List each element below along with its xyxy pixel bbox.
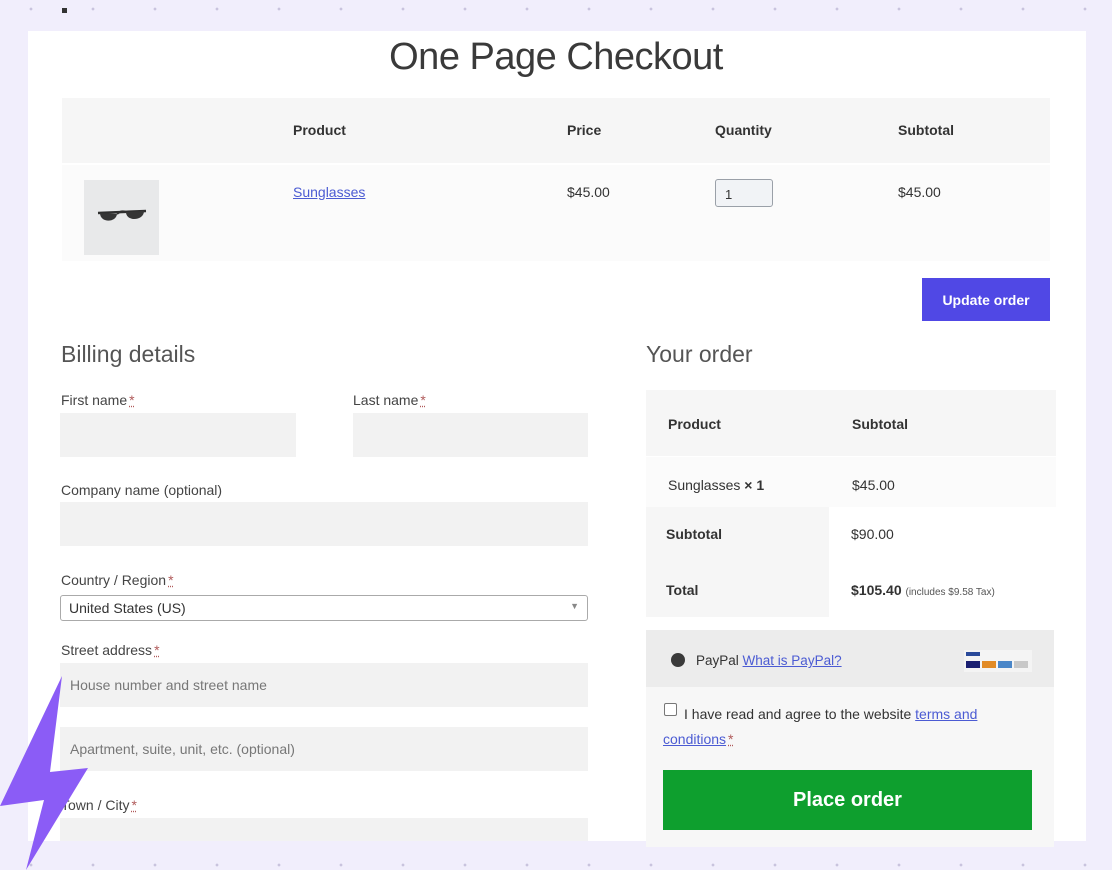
quantity-input[interactable]: 1 <box>715 179 773 207</box>
cart-header-subtotal: Subtotal <box>898 122 954 138</box>
product-subtotal: $45.00 <box>898 184 941 200</box>
company-label: Company name (optional) <box>61 482 223 498</box>
city-field[interactable] <box>60 818 588 841</box>
product-link[interactable]: Sunglasses <box>293 184 365 200</box>
subtotal-value: $90.00 <box>851 526 894 542</box>
order-table-header: Product Subtotal <box>646 390 1056 456</box>
terms-label: I have read and agree to the website ter… <box>663 706 978 747</box>
cart-header-product: Product <box>293 122 346 138</box>
country-select[interactable]: United States (US) ▼ <box>60 595 588 621</box>
chevron-down-icon: ▼ <box>570 601 579 611</box>
required-mark: * <box>154 642 160 658</box>
total-label: Total <box>666 582 699 598</box>
order-header-product: Product <box>668 416 721 432</box>
required-mark: * <box>168 572 174 588</box>
order-totals-labels <box>646 507 829 617</box>
subtotal-label: Subtotal <box>666 526 722 542</box>
order-item-qty: × 1 <box>744 477 765 493</box>
corner-marker <box>62 8 67 13</box>
your-order-title: Your order <box>646 341 753 367</box>
cart-row: Sunglasses $45.00 1 $45.00 <box>62 165 1050 261</box>
billing-title: Billing details <box>61 341 196 367</box>
last-name-field[interactable] <box>353 413 588 457</box>
last-name-label: Last name * <box>353 392 426 408</box>
required-mark: * <box>131 797 137 813</box>
required-mark: * <box>420 392 426 408</box>
order-item-row: Sunglasses × 1 $45.00 <box>646 457 1056 507</box>
country-label: Country / Region * <box>61 572 174 588</box>
required-mark: * <box>129 392 135 408</box>
order-header-subtotal: Subtotal <box>852 416 908 432</box>
payment-cards-icon <box>964 650 1032 672</box>
top-dot-pattern <box>0 6 1112 12</box>
product-price: $45.00 <box>567 184 610 200</box>
paypal-radio[interactable] <box>671 653 685 667</box>
order-item-name: Sunglasses × 1 <box>668 477 765 493</box>
cart-table-header: Product Price Quantity Subtotal <box>62 98 1050 163</box>
apartment-field[interactable]: Apartment, suite, unit, etc. (optional) <box>60 727 588 771</box>
paypal-label[interactable]: PayPal What is PayPal? <box>696 653 842 668</box>
cart-header-price: Price <box>567 122 602 138</box>
first-name-field[interactable] <box>60 413 296 457</box>
page-title: One Page Checkout <box>389 36 723 78</box>
company-field[interactable] <box>60 502 588 546</box>
first-name-label: First name * <box>61 392 135 408</box>
street-placeholder: House number and street name <box>70 677 267 693</box>
required-mark: * <box>728 731 734 747</box>
update-order-button[interactable]: Update order <box>922 278 1050 321</box>
cart-header-quantity: Quantity <box>715 122 772 138</box>
country-value: United States (US) <box>69 600 186 616</box>
apartment-placeholder: Apartment, suite, unit, etc. (optional) <box>70 741 295 757</box>
product-thumbnail[interactable] <box>84 180 159 255</box>
total-value: $105.40 (includes $9.58 Tax) <box>851 582 995 598</box>
bottom-dot-pattern <box>0 862 1112 868</box>
lightning-bolt-icon <box>0 676 88 870</box>
tax-note: (includes $9.58 Tax) <box>905 587 995 598</box>
street-address-label: Street address * <box>61 642 160 658</box>
place-order-button[interactable]: Place order <box>663 770 1032 830</box>
sunglasses-icon <box>97 209 147 221</box>
street-address-field[interactable]: House number and street name <box>60 663 588 707</box>
what-is-paypal-link[interactable]: What is PayPal? <box>743 653 842 668</box>
order-item-subtotal: $45.00 <box>852 477 895 493</box>
